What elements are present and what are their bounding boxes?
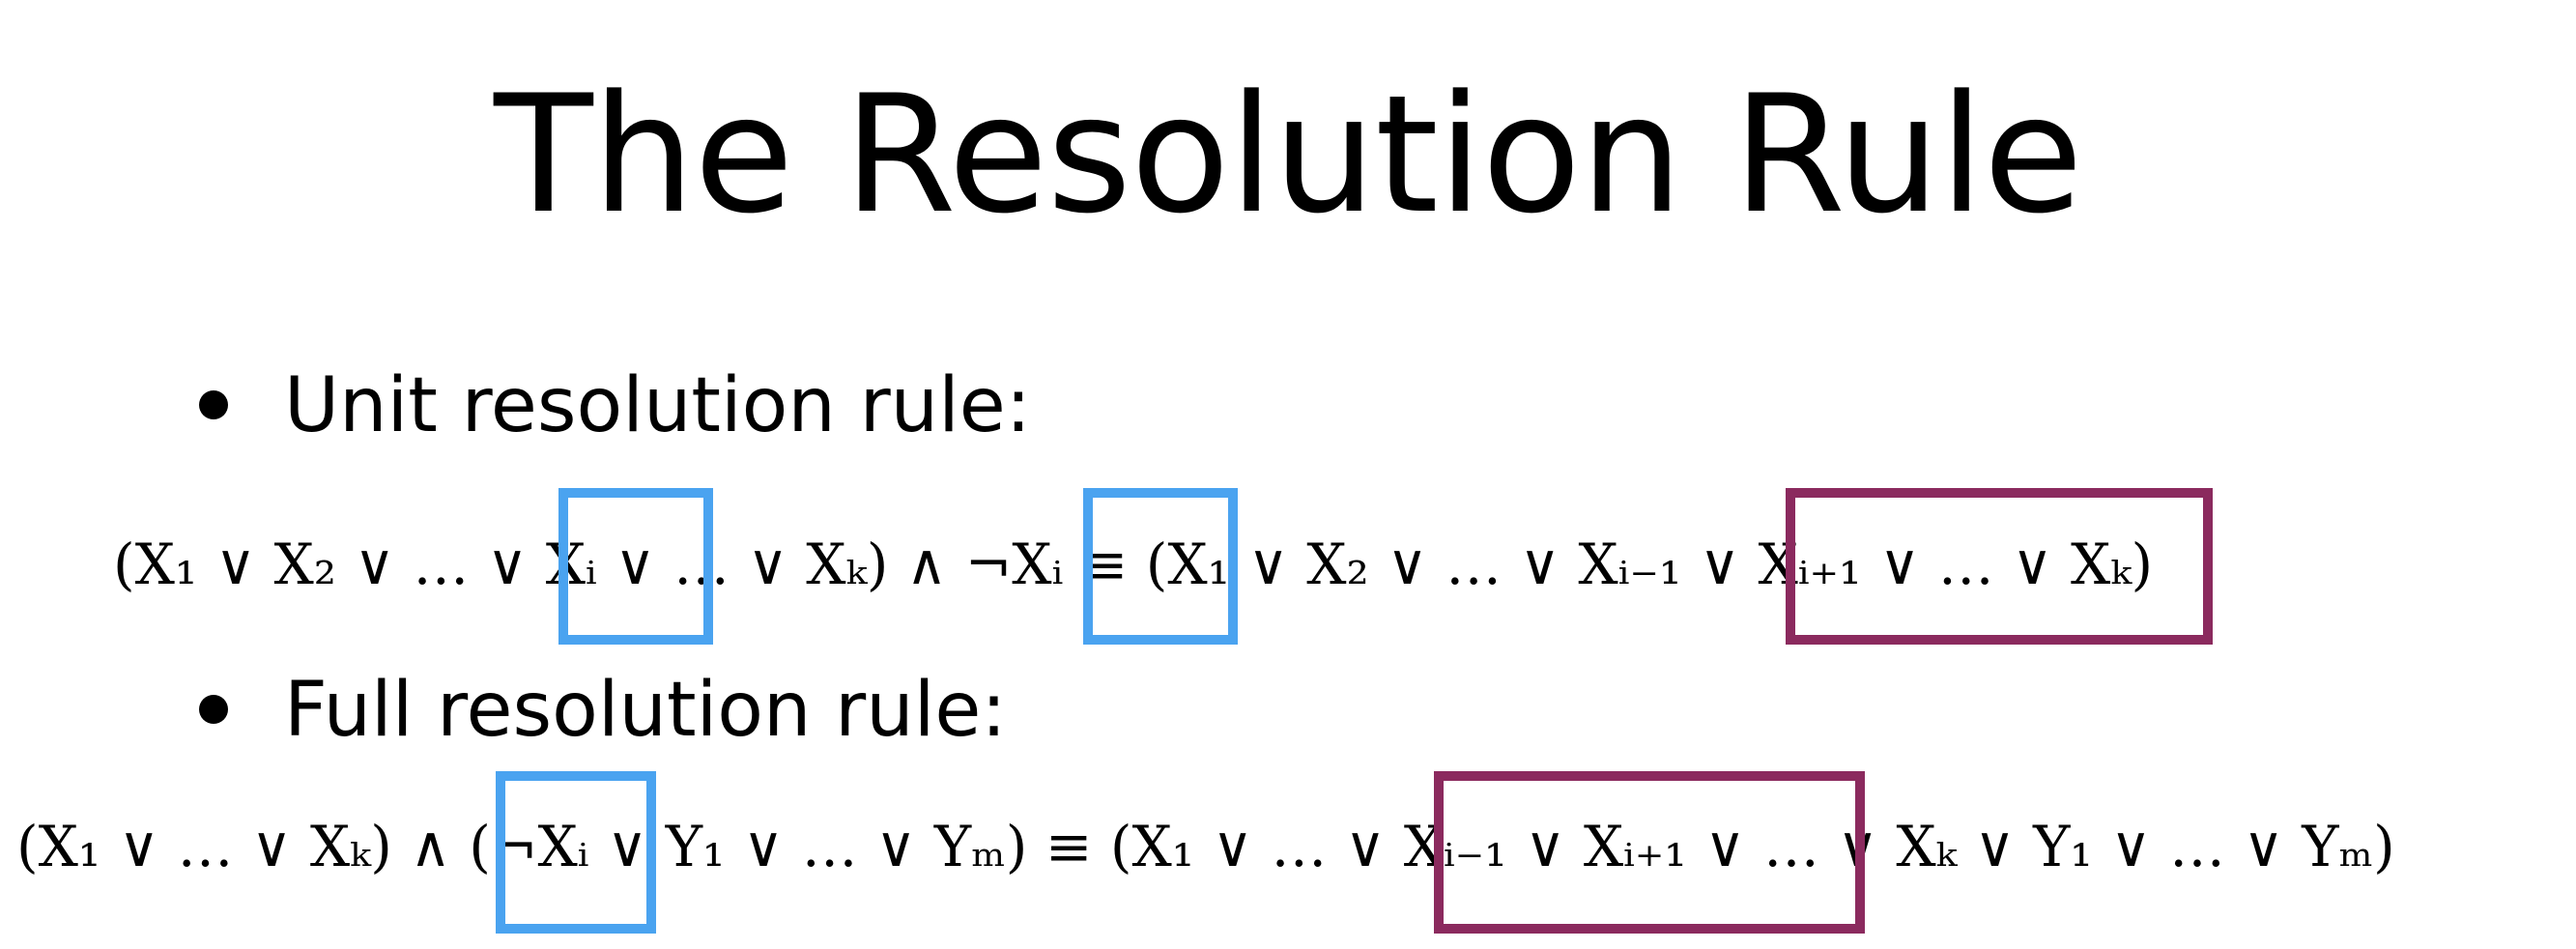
highlight-unit-result: [1786, 488, 2213, 645]
highlight-not-xi-full: [496, 771, 656, 934]
bullet-full-resolution: Full resolution rule:: [199, 667, 1007, 754]
highlight-not-xi: [1083, 488, 1238, 645]
bullet-unit-resolution: Unit resolution rule:: [199, 362, 1031, 449]
bullet-label: Full resolution rule:: [284, 667, 1007, 754]
highlight-full-result: [1434, 771, 1865, 934]
bullet-dot: [199, 389, 228, 419]
bullet-label: Unit resolution rule:: [284, 362, 1032, 449]
bullet-dot: [199, 694, 228, 724]
highlight-xi-clause: [558, 488, 713, 645]
full-resolution-formula: (X₁ ∨ … ∨ Xₖ) ∧ (¬Xᵢ ∨ Y₁ ∨ … ∨ Yₘ) ≡ (X…: [16, 814, 2395, 879]
slide-title: The Resolution Rule: [494, 60, 2083, 249]
